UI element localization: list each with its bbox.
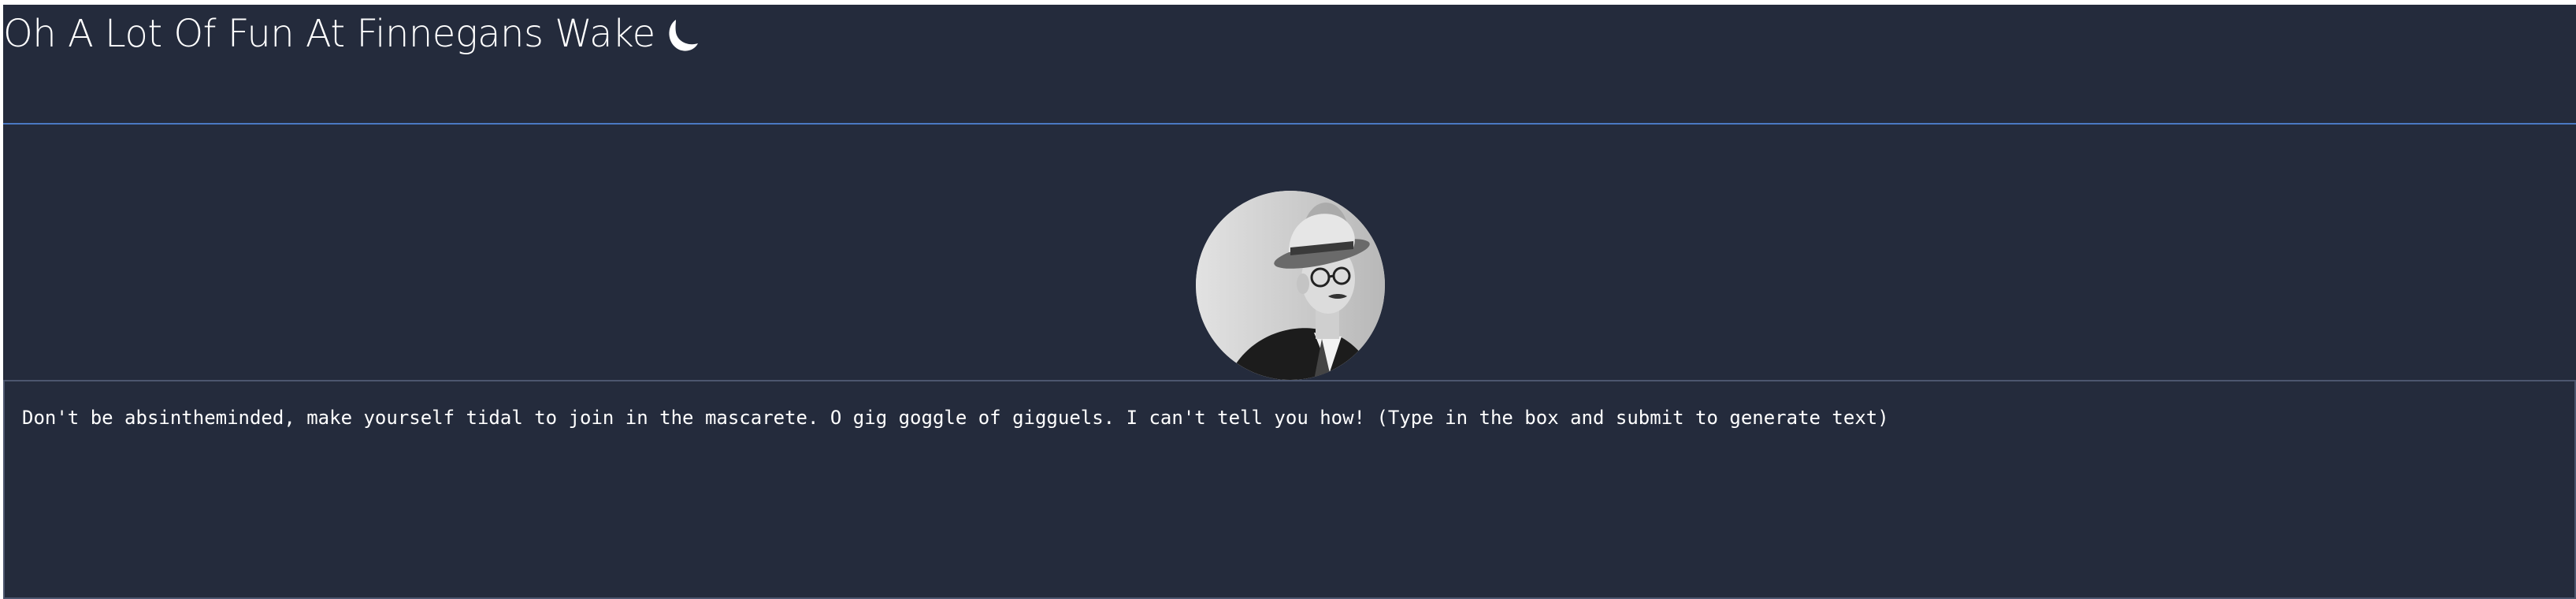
page-title: Oh A Lot Of Fun At Finnegans Wake bbox=[3, 6, 700, 61]
header-divider bbox=[3, 123, 2576, 125]
moon-icon bbox=[665, 13, 700, 51]
prompt-textarea[interactable]: Don't be absintheminded, make yourself t… bbox=[3, 380, 2576, 599]
title-text: Oh A Lot Of Fun At Finnegans Wake bbox=[3, 12, 655, 56]
author-portrait bbox=[1196, 191, 1385, 380]
prompt-text: Don't be absintheminded, make yourself t… bbox=[22, 407, 1889, 429]
page: Oh A Lot Of Fun At Finnegans Wake Don't … bbox=[3, 5, 2576, 599]
